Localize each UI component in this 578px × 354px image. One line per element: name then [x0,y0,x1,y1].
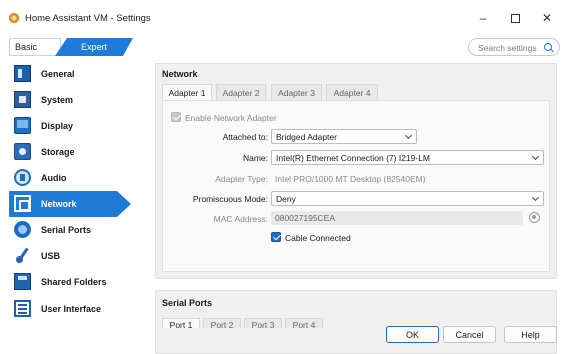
window-title: Home Assistant VM - Settings [25,13,151,24]
close-button[interactable]: ✕ [532,8,562,28]
sidebar-item-label: System [41,95,74,105]
sidebar-item-user-interface[interactable]: User Interface [9,296,147,322]
tab-adapter-1[interactable]: Adapter 1 [162,84,212,101]
mac-address-field: 080027195CEA [271,211,523,225]
user-interface-icon [14,300,31,317]
attached-to-select[interactable]: Bridged Adapter [271,129,417,144]
sidebar-item-system[interactable]: System [9,87,147,113]
sidebar-item-network[interactable]: Network [9,191,131,217]
attached-to-label: Attached to: [222,132,268,142]
sidebar-item-storage[interactable]: Storage [9,139,147,165]
dialog-buttons: OK Cancel Help [148,318,578,354]
sidebar-item-display[interactable]: Display [9,113,147,139]
audio-icon [14,169,31,186]
sidebar-item-label: Serial Ports [41,225,92,235]
search-icon [544,43,552,51]
adapter-name-value: Intel(R) Ethernet Connection (7) I219-LM [276,153,431,163]
sidebar-item-label: Display [41,121,74,131]
general-icon [14,65,31,82]
network-panel: Network Adapter 1 Adapter 2 Adapter 3 Ad… [155,63,557,279]
chevron-down-icon [531,193,540,202]
usb-icon [14,247,31,264]
chevron-down-icon [404,131,413,140]
basic-mode-button[interactable]: Basic [9,38,61,56]
promiscuous-mode-select[interactable]: Deny [271,191,544,206]
promiscuous-mode-label: Promiscuous Mode: [192,194,268,204]
sidebar-item-label: USB [41,251,61,261]
sidebar-item-shared-folders[interactable]: Shared Folders [9,269,147,295]
virtualbox-app-icon [9,13,19,23]
minimize-button[interactable]: – [468,8,498,28]
enable-adapter-checkbox[interactable] [171,112,181,122]
refresh-mac-icon [529,212,540,223]
title-bar: Home Assistant VM - Settings – ✕ [0,0,578,36]
sidebar-item-label: Storage [41,147,75,157]
sidebar-item-label: Network [41,199,77,209]
maximize-icon [510,13,520,23]
sidebar-item-label: General [41,69,75,79]
adapter-settings: Enable Network Adapter Attached to: Brid… [162,100,550,272]
tab-adapter-2[interactable]: Adapter 2 [216,84,266,100]
ok-button[interactable]: OK [386,326,439,343]
adapter-type-label: Adapter Type: [215,174,268,184]
serial-ports-title: Serial Ports [162,298,213,308]
serial-ports-icon [14,221,31,238]
promiscuous-mode-value: Deny [276,194,296,204]
chevron-down-icon [531,152,540,161]
adapter-type-value: Intel PRO/1000 MT Desktop (82540EM) [275,174,426,184]
search-placeholder: Search settings [478,43,537,53]
sidebar-item-audio[interactable]: Audio [9,165,147,191]
settings-sidebar: General System Display Storage Audio Net… [0,60,148,354]
sidebar-item-general[interactable]: General [9,61,147,87]
tab-adapter-4[interactable]: Adapter 4 [326,84,378,100]
cable-connected-checkbox[interactable] [271,232,281,242]
enable-adapter-label: Enable Network Adapter [185,113,277,123]
name-label: Name: [242,153,268,163]
system-icon [14,91,31,108]
shared-folders-icon [14,273,31,290]
network-icon [14,195,31,212]
sidebar-item-serial-ports[interactable]: Serial Ports [9,217,147,243]
tab-adapter-3[interactable]: Adapter 3 [271,84,322,100]
search-input[interactable]: Search settings [468,38,560,56]
storage-icon [14,143,31,160]
sidebar-item-label: Audio [41,173,67,183]
panel-title: Network [162,69,198,79]
mac-address-value: 080027195CEA [275,213,336,223]
maximize-button[interactable] [500,8,530,28]
sidebar-item-usb[interactable]: USB [9,243,147,269]
cable-connected-label: Cable Connected [285,233,351,243]
expert-mode-button[interactable]: Expert [55,38,133,56]
sidebar-item-label: Shared Folders [41,277,107,287]
mac-address-label: MAC Address: [213,214,268,224]
display-icon [14,117,31,134]
mode-toggle: Basic Expert [9,38,133,56]
adapter-name-select[interactable]: Intel(R) Ethernet Connection (7) I219-LM [271,150,544,165]
help-button[interactable]: Help [504,326,557,343]
attached-to-value: Bridged Adapter [276,132,337,142]
sidebar-item-label: User Interface [41,304,102,314]
cancel-button[interactable]: Cancel [443,326,496,343]
